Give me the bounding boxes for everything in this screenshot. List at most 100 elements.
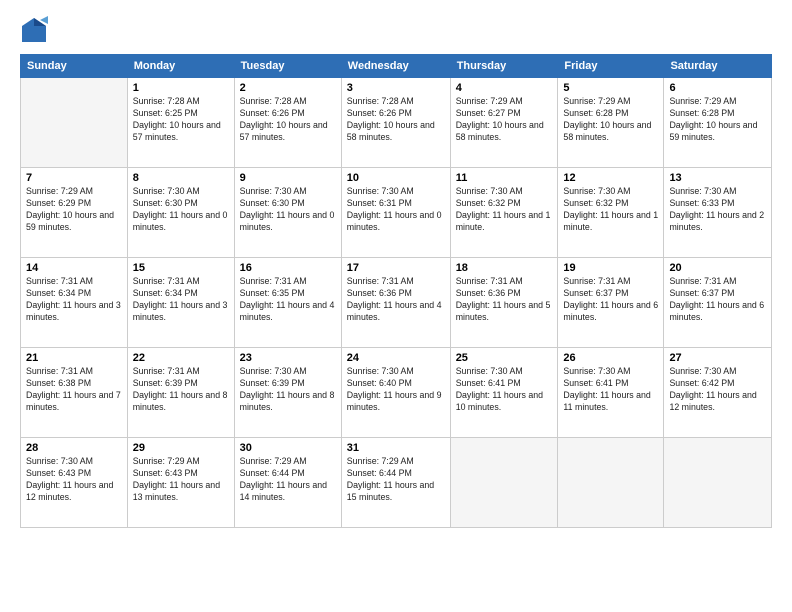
logo-icon	[20, 16, 48, 44]
week-row-2: 14 Sunrise: 7:31 AMSunset: 6:34 PMDayligh…	[21, 258, 772, 348]
day-number: 3	[347, 82, 445, 94]
calendar-cell	[21, 78, 128, 168]
cell-info: Sunrise: 7:29 AMSunset: 6:44 PMDaylight:…	[240, 456, 336, 504]
day-number: 15	[133, 262, 229, 274]
calendar-cell: 16 Sunrise: 7:31 AMSunset: 6:35 PMDayligh…	[234, 258, 341, 348]
calendar-cell: 28Sunrise: 7:30 AMSunset: 6:43 PMDayligh…	[21, 438, 128, 528]
cell-info: Sunrise: 7:29 AMSunset: 6:28 PMDaylight:…	[563, 96, 658, 144]
day-number: 16	[240, 262, 336, 274]
day-number: 24	[347, 352, 445, 364]
calendar-cell: 15 Sunrise: 7:31 AMSunset: 6:34 PMDayligh…	[127, 258, 234, 348]
cell-info: Sunrise: 7:30 AMSunset: 6:39 PMDaylight:…	[240, 366, 336, 414]
weekday-sunday: Sunday	[21, 55, 128, 78]
day-number: 30	[240, 442, 336, 454]
cell-info: Sunrise: 7:31 AMSunset: 6:36 PMDaylight:…	[456, 276, 553, 324]
calendar-cell: 19 Sunrise: 7:31 AMSunset: 6:37 PMDayligh…	[558, 258, 664, 348]
cell-info: Sunrise: 7:31 AMSunset: 6:37 PMDaylight:…	[563, 276, 658, 324]
calendar-cell: 29 Sunrise: 7:29 AMSunset: 6:43 PMDayligh…	[127, 438, 234, 528]
calendar-cell: 21 Sunrise: 7:31 AMSunset: 6:38 PMDayligh…	[21, 348, 128, 438]
day-number: 23	[240, 352, 336, 364]
day-number: 13	[669, 172, 766, 184]
day-number: 29	[133, 442, 229, 454]
cell-info: Sunrise: 7:30 AMSunset: 6:32 PMDaylight:…	[456, 186, 553, 234]
cell-info: Sunrise: 7:29 AMSunset: 6:28 PMDaylight:…	[669, 96, 766, 144]
day-number: 5	[563, 82, 658, 94]
calendar-cell: 27Sunrise: 7:30 AMSunset: 6:42 PMDayligh…	[664, 348, 772, 438]
calendar-cell: 13 Sunrise: 7:30 AMSunset: 6:33 PMDayligh…	[664, 168, 772, 258]
day-number: 31	[347, 442, 445, 454]
calendar-cell: 7Sunrise: 7:29 AMSunset: 6:29 PMDaylight…	[21, 168, 128, 258]
header	[20, 16, 772, 44]
calendar-cell: 5 Sunrise: 7:29 AMSunset: 6:28 PMDaylight…	[558, 78, 664, 168]
calendar-cell: 26 Sunrise: 7:30 AMSunset: 6:41 PMDayligh…	[558, 348, 664, 438]
weekday-friday: Friday	[558, 55, 664, 78]
cell-info: Sunrise: 7:29 AMSunset: 6:27 PMDaylight:…	[456, 96, 553, 144]
day-number: 20	[669, 262, 766, 274]
day-number: 19	[563, 262, 658, 274]
cell-info: Sunrise: 7:30 AMSunset: 6:30 PMDaylight:…	[240, 186, 336, 234]
day-number: 1	[133, 82, 229, 94]
day-number: 2	[240, 82, 336, 94]
calendar-cell: 23 Sunrise: 7:30 AMSunset: 6:39 PMDayligh…	[234, 348, 341, 438]
calendar-cell: 24 Sunrise: 7:30 AMSunset: 6:40 PMDayligh…	[341, 348, 450, 438]
cell-info: Sunrise: 7:31 AMSunset: 6:38 PMDaylight:…	[26, 366, 122, 414]
calendar-cell: 14 Sunrise: 7:31 AMSunset: 6:34 PMDayligh…	[21, 258, 128, 348]
cell-info: Sunrise: 7:28 AMSunset: 6:25 PMDaylight:…	[133, 96, 229, 144]
cell-info: Sunrise: 7:31 AMSunset: 6:37 PMDaylight:…	[669, 276, 766, 324]
week-row-0: 1 Sunrise: 7:28 AMSunset: 6:25 PMDaylight…	[21, 78, 772, 168]
week-row-3: 21 Sunrise: 7:31 AMSunset: 6:38 PMDayligh…	[21, 348, 772, 438]
day-number: 17	[347, 262, 445, 274]
cell-info: Sunrise: 7:30 AMSunset: 6:32 PMDaylight:…	[563, 186, 658, 234]
weekday-thursday: Thursday	[450, 55, 558, 78]
calendar-cell: 9 Sunrise: 7:30 AMSunset: 6:30 PMDaylight…	[234, 168, 341, 258]
calendar-cell: 3 Sunrise: 7:28 AMSunset: 6:26 PMDaylight…	[341, 78, 450, 168]
cell-info: Sunrise: 7:30 AMSunset: 6:31 PMDaylight:…	[347, 186, 445, 234]
week-row-1: 7Sunrise: 7:29 AMSunset: 6:29 PMDaylight…	[21, 168, 772, 258]
cell-info: Sunrise: 7:30 AMSunset: 6:33 PMDaylight:…	[669, 186, 766, 234]
calendar-cell: 18 Sunrise: 7:31 AMSunset: 6:36 PMDayligh…	[450, 258, 558, 348]
cell-info: Sunrise: 7:29 AMSunset: 6:43 PMDaylight:…	[133, 456, 229, 504]
day-number: 9	[240, 172, 336, 184]
calendar-cell: 1 Sunrise: 7:28 AMSunset: 6:25 PMDaylight…	[127, 78, 234, 168]
calendar-cell: 8Sunrise: 7:30 AMSunset: 6:30 PMDaylight…	[127, 168, 234, 258]
weekday-tuesday: Tuesday	[234, 55, 341, 78]
calendar-cell: 22Sunrise: 7:31 AMSunset: 6:39 PMDayligh…	[127, 348, 234, 438]
calendar-cell: 11Sunrise: 7:30 AMSunset: 6:32 PMDayligh…	[450, 168, 558, 258]
cell-info: Sunrise: 7:29 AMSunset: 6:44 PMDaylight:…	[347, 456, 445, 504]
weekday-wednesday: Wednesday	[341, 55, 450, 78]
calendar-cell: 30 Sunrise: 7:29 AMSunset: 6:44 PMDayligh…	[234, 438, 341, 528]
cell-info: Sunrise: 7:31 AMSunset: 6:35 PMDaylight:…	[240, 276, 336, 324]
calendar-cell: 10 Sunrise: 7:30 AMSunset: 6:31 PMDayligh…	[341, 168, 450, 258]
day-number: 6	[669, 82, 766, 94]
calendar-table: SundayMondayTuesdayWednesdayThursdayFrid…	[20, 54, 772, 528]
calendar-cell: 20 Sunrise: 7:31 AMSunset: 6:37 PMDayligh…	[664, 258, 772, 348]
day-number: 18	[456, 262, 553, 274]
logo	[20, 16, 52, 44]
calendar-cell: 31 Sunrise: 7:29 AMSunset: 6:44 PMDayligh…	[341, 438, 450, 528]
cell-info: Sunrise: 7:30 AMSunset: 6:41 PMDaylight:…	[563, 366, 658, 414]
cell-info: Sunrise: 7:30 AMSunset: 6:41 PMDaylight:…	[456, 366, 553, 414]
day-number: 25	[456, 352, 553, 364]
cell-info: Sunrise: 7:30 AMSunset: 6:40 PMDaylight:…	[347, 366, 445, 414]
cell-info: Sunrise: 7:28 AMSunset: 6:26 PMDaylight:…	[240, 96, 336, 144]
calendar-cell: 12Sunrise: 7:30 AMSunset: 6:32 PMDayligh…	[558, 168, 664, 258]
cell-info: Sunrise: 7:31 AMSunset: 6:34 PMDaylight:…	[26, 276, 122, 324]
calendar-cell: 25 Sunrise: 7:30 AMSunset: 6:41 PMDayligh…	[450, 348, 558, 438]
day-number: 21	[26, 352, 122, 364]
weekday-saturday: Saturday	[664, 55, 772, 78]
day-number: 10	[347, 172, 445, 184]
day-number: 14	[26, 262, 122, 274]
cell-info: Sunrise: 7:28 AMSunset: 6:26 PMDaylight:…	[347, 96, 445, 144]
week-row-4: 28Sunrise: 7:30 AMSunset: 6:43 PMDayligh…	[21, 438, 772, 528]
day-number: 26	[563, 352, 658, 364]
cell-info: Sunrise: 7:31 AMSunset: 6:39 PMDaylight:…	[133, 366, 229, 414]
day-number: 27	[669, 352, 766, 364]
day-number: 7	[26, 172, 122, 184]
calendar-cell	[558, 438, 664, 528]
weekday-monday: Monday	[127, 55, 234, 78]
day-number: 8	[133, 172, 229, 184]
page: SundayMondayTuesdayWednesdayThursdayFrid…	[0, 0, 792, 612]
cell-info: Sunrise: 7:31 AMSunset: 6:34 PMDaylight:…	[133, 276, 229, 324]
weekday-header-row: SundayMondayTuesdayWednesdayThursdayFrid…	[21, 55, 772, 78]
calendar-cell: 2 Sunrise: 7:28 AMSunset: 6:26 PMDaylight…	[234, 78, 341, 168]
